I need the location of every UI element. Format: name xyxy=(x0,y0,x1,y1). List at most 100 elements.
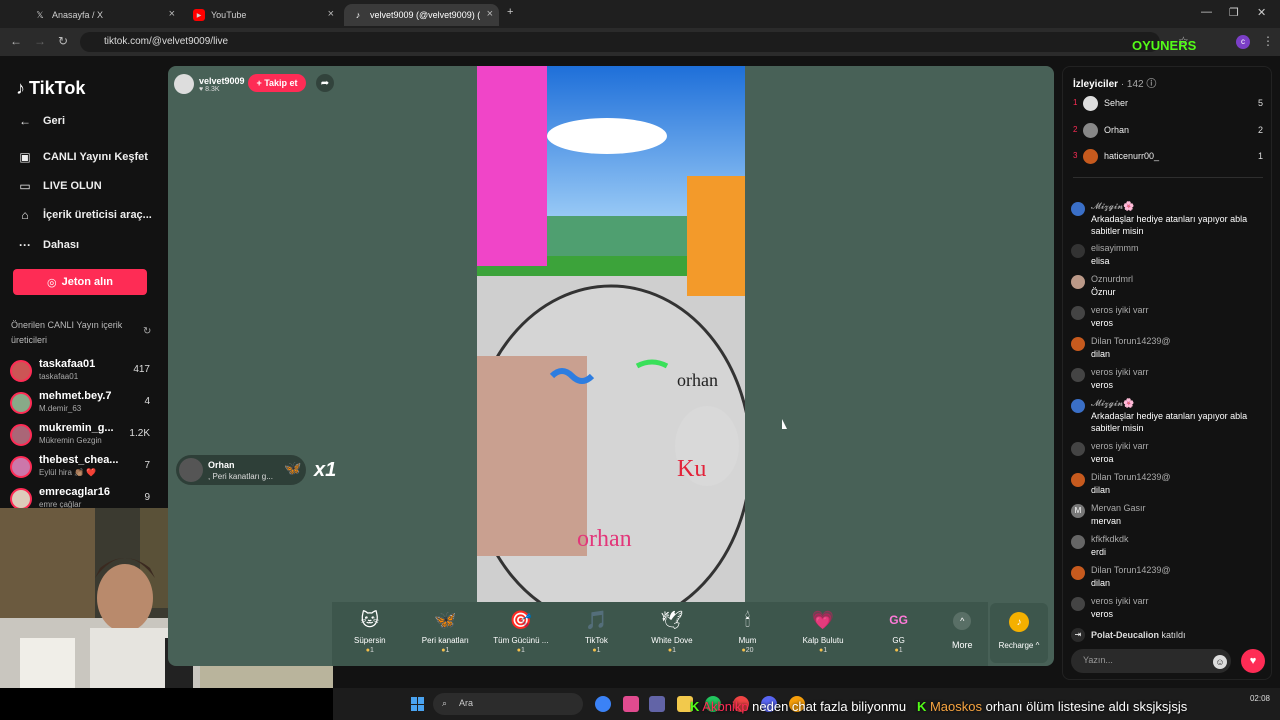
emoji-icon[interactable]: ☺ xyxy=(1213,655,1227,669)
heart-cloud-gift-icon: 💗 xyxy=(811,609,835,630)
avatar xyxy=(10,488,32,510)
coin-icon: ♪ xyxy=(1009,612,1029,632)
tab-x[interactable]: 𝕏 Anasayfa / X × xyxy=(26,4,181,26)
new-tab-button[interactable]: + xyxy=(507,6,513,18)
tiktok-gift-icon: 🎵 xyxy=(585,609,608,630)
gift-item[interactable]: 🎯 Tüm Gücünü ... ●1 xyxy=(483,602,559,666)
avatar xyxy=(1071,275,1085,289)
live-stream-area: velvet9009 ♥ 8.3K + Takip et ➦ orhan orh… xyxy=(168,66,1054,666)
close-window-icon[interactable]: ✕ xyxy=(1257,6,1266,19)
avatar xyxy=(1071,535,1085,549)
suggested-creator[interactable]: mukremin_g... Mükremin Gezgin 1.2K xyxy=(10,422,150,450)
gift-notification: Orhan , Peri kanatları g... 🦋 xyxy=(176,455,306,485)
close-tab-icon[interactable]: × xyxy=(487,8,493,20)
kick-icon: K xyxy=(916,699,927,714)
avatar[interactable] xyxy=(174,74,194,94)
chat-panel: İzleyiciler · 142 ⓘ 1 Seher 5 2 Orhan 2 … xyxy=(1062,66,1272,680)
gift-item[interactable]: 🕯 Mum ●20 xyxy=(710,602,786,666)
close-tab-icon[interactable]: × xyxy=(169,8,175,20)
gift-item[interactable]: 🕊 White Dove ●1 xyxy=(634,602,710,666)
chat-ticker: K Akbnikp neden chat fazla biliyonmu K M… xyxy=(690,699,1188,714)
nav-creator-tools[interactable]: ⌂ İçerik üreticisi araç... xyxy=(16,208,151,222)
avatar xyxy=(1071,244,1085,258)
search-icon: ⌕ xyxy=(442,698,448,708)
top-viewer[interactable]: 1 Seher 5 xyxy=(1073,95,1263,113)
dove-gift-icon: 🕊 xyxy=(660,609,684,630)
address-bar-row: ← → ↻ tiktok.com/@velvet9009/live ☆ c ⋮ xyxy=(0,28,1280,56)
app-icon[interactable] xyxy=(595,696,611,712)
refresh-icon[interactable]: ↻ xyxy=(143,326,151,337)
avatar xyxy=(1071,337,1085,351)
browser-menu-icon[interactable]: ⋮ xyxy=(1262,34,1274,48)
share-icon[interactable]: ➦ xyxy=(316,74,334,92)
live-explore-icon: ▣ xyxy=(19,150,31,164)
windows-start-icon[interactable] xyxy=(411,697,425,711)
avatar xyxy=(10,424,32,446)
avatar xyxy=(1071,306,1085,320)
svg-text:Ku: Ku xyxy=(677,456,706,482)
avatar xyxy=(10,392,32,414)
gift-item[interactable]: 🦋 Peri kanatları ●1 xyxy=(408,602,484,666)
gift-bar: 🐱 Süpersin ●1 🦋 Peri kanatları ●1 🎯 Tüm … xyxy=(332,602,988,666)
teams-icon[interactable] xyxy=(649,696,665,712)
chat-input[interactable]: Yazın... xyxy=(1071,649,1231,673)
reload-icon[interactable]: ↻ xyxy=(58,34,68,48)
avatar: M xyxy=(1071,504,1085,518)
like-heart-button[interactable]: ♥ xyxy=(1241,649,1265,673)
nav-live-explore[interactable]: ▣ CANLI Yayını Keşfet xyxy=(16,150,148,164)
top-viewer[interactable]: 3 haticenurr00_ 1 xyxy=(1073,148,1263,166)
suggested-creator[interactable]: taskafaa01 taskafaa01 417 xyxy=(10,358,150,386)
taskbar-search[interactable]: ⌕ Ara xyxy=(433,693,583,715)
butterfly-gift-icon: 🦋 xyxy=(284,460,302,476)
get-coins-button[interactable]: ◎ Jeton alın xyxy=(13,269,147,295)
avatar xyxy=(1071,399,1085,413)
back-arrow-icon: ← xyxy=(19,114,31,128)
avatar xyxy=(1071,368,1085,382)
profile-avatar[interactable]: c xyxy=(1236,35,1250,49)
gift-item[interactable]: GG GG ●1 xyxy=(861,602,937,666)
avatar xyxy=(10,360,32,382)
nav-go-live[interactable]: ▭ LIVE OLUN xyxy=(16,179,101,193)
svg-text:orhan: orhan xyxy=(677,370,718,390)
suggested-creators-title: Önerilen CANLI Yayın içerik üreticileri xyxy=(11,320,123,345)
live-video[interactable]: orhan orhan Ku xyxy=(477,66,745,602)
url-field[interactable]: tiktok.com/@velvet9009/live xyxy=(80,32,1160,52)
gg-gift-icon: GG xyxy=(889,613,908,627)
tab-youtube[interactable]: ▶ YouTube × xyxy=(185,4,340,26)
back-arrow-icon[interactable]: ← xyxy=(10,34,22,48)
suggested-creator[interactable]: thebest_chea... Eylül hira 👏🏽 ❤️ 7 xyxy=(10,454,150,482)
top-viewer[interactable]: 2 Orhan 2 xyxy=(1073,122,1263,140)
target-gift-icon: 🎯 xyxy=(509,609,533,630)
nav-more[interactable]: ··· Dahası xyxy=(16,238,79,252)
recharge-button[interactable]: ♪ Recharge ^ xyxy=(990,603,1048,663)
butterfly-gift-icon: 🦋 xyxy=(434,609,457,630)
avatar xyxy=(1071,473,1085,487)
divider xyxy=(1073,177,1263,178)
gift-item[interactable]: 🎵 TikTok ●1 xyxy=(559,602,635,666)
more-gifts-button[interactable]: ^ More xyxy=(936,602,988,666)
gift-item[interactable]: 💗 Kalp Bulutu ●1 xyxy=(785,602,861,666)
suggested-creator[interactable]: mehmet.bey.7 M.demir_63 4 xyxy=(10,390,150,418)
follow-button[interactable]: + Takip et xyxy=(248,74,306,92)
tab-tiktok[interactable]: ♪ velvet9009 (@velvet9009) ( × xyxy=(344,4,499,26)
avatar xyxy=(1071,597,1085,611)
close-tab-icon[interactable]: × xyxy=(328,8,334,20)
back-link[interactable]: ← Geri xyxy=(16,114,65,128)
avatar xyxy=(1071,442,1085,456)
gift-combo-count: x1 xyxy=(314,459,337,481)
info-icon[interactable]: ⓘ xyxy=(1146,79,1156,90)
minimize-icon[interactable]: — xyxy=(1201,6,1212,18)
copilot-icon[interactable] xyxy=(623,696,639,712)
mouse-cursor-icon xyxy=(782,419,787,429)
browser-tab-bar: 𝕏 Anasayfa / X × ▶ YouTube × ♪ velvet900… xyxy=(0,0,1280,28)
tiktok-note-icon: ♪ xyxy=(16,78,25,98)
restore-icon[interactable]: ❐ xyxy=(1229,6,1239,19)
avatar xyxy=(1083,149,1098,164)
tiktok-logo[interactable]: ♪ TikTok xyxy=(16,78,85,99)
avatar xyxy=(1083,96,1098,111)
gift-item[interactable]: 🐱 Süpersin ●1 xyxy=(332,602,408,666)
kick-icon: K xyxy=(690,699,700,714)
svg-text:orhan: orhan xyxy=(577,526,632,552)
forward-arrow-icon[interactable]: → xyxy=(34,34,46,48)
video-camera-icon: ▭ xyxy=(19,179,31,193)
